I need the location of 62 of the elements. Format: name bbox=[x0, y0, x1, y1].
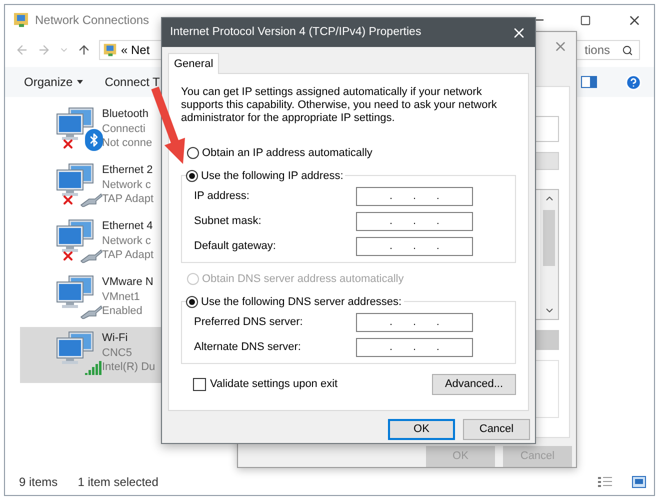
item-count: 9 items bbox=[19, 474, 58, 491]
field-label: Subnet mask: bbox=[194, 214, 262, 230]
radio-label: Obtain an IP address automatically bbox=[202, 146, 372, 161]
cable-icon bbox=[79, 249, 103, 263]
connection-name: Wi-Fi bbox=[102, 331, 129, 346]
computer-icon bbox=[55, 107, 95, 141]
tab[interactable]: General bbox=[168, 53, 220, 74]
radio-button[interactable] bbox=[186, 296, 198, 308]
connection-detail: Network c bbox=[102, 234, 152, 248]
toolbar-button[interactable]: Connect T bbox=[104, 73, 160, 91]
radio-label: Obtain DNS server address automatically bbox=[202, 272, 404, 287]
scrollbar[interactable] bbox=[540, 190, 558, 319]
connection-name: Ethernet 2 bbox=[102, 163, 154, 178]
ip-address-field[interactable]: . . . bbox=[356, 237, 473, 256]
connection-detail: Enabled bbox=[102, 304, 144, 318]
connection-name: Ethernet 4 bbox=[102, 219, 154, 234]
network-folder-icon bbox=[13, 12, 29, 28]
up-icon[interactable] bbox=[77, 43, 91, 57]
dialog-button[interactable]: Cancel bbox=[463, 419, 530, 440]
selection-count: 1 item selected bbox=[78, 474, 158, 491]
ip-address-field[interactable]: . . . bbox=[356, 313, 473, 332]
signal-icon bbox=[85, 361, 103, 375]
connection-detail: TAP Adapt bbox=[102, 192, 154, 206]
bluetooth-icon bbox=[85, 129, 103, 151]
preview-pane-icon[interactable] bbox=[581, 76, 597, 88]
connection-detail: VMnet1 bbox=[102, 290, 141, 304]
computer-icon bbox=[55, 331, 95, 365]
connection-detail: Connecti bbox=[102, 122, 146, 136]
network-folder-icon bbox=[103, 43, 117, 57]
computer-icon bbox=[55, 163, 95, 197]
large-icons-view-icon[interactable] bbox=[632, 476, 646, 488]
search-icon[interactable] bbox=[622, 44, 633, 56]
connection-detail: CNC5 bbox=[102, 346, 133, 360]
radio-label: Use the following DNS server addresses: bbox=[201, 294, 402, 310]
window-title: Network Connections bbox=[35, 12, 150, 29]
ip-address-field[interactable]: . . . bbox=[356, 338, 473, 357]
dialog-title: Internet Protocol Version 4 (TCP/IPv4) Properties bbox=[170, 24, 422, 40]
radio-button[interactable] bbox=[187, 147, 199, 160]
computer-icon bbox=[55, 219, 95, 253]
computer-icon bbox=[55, 275, 95, 309]
connection-detail: Not conne bbox=[102, 136, 152, 150]
organize-menu[interactable]: Organize bbox=[24, 73, 83, 91]
description-text: You can get IP settings assigned automatically if your network supports this capability. Otherwise, you need to ask your network administrator for the appropriate IP settings. bbox=[181, 86, 498, 125]
field-label: IP address: bbox=[194, 189, 250, 204]
ip-address-field[interactable]: . . . bbox=[356, 187, 473, 206]
dialog-button[interactable]: OK bbox=[388, 419, 455, 440]
maximize-icon[interactable] bbox=[580, 14, 591, 26]
connection-name: VMware N bbox=[102, 275, 154, 290]
connection-detail: Intel(R) Du bbox=[102, 360, 156, 374]
field-label: Default gateway: bbox=[194, 239, 276, 254]
cable-icon bbox=[79, 305, 103, 319]
radio-button[interactable] bbox=[186, 170, 198, 182]
ip-address-field[interactable]: . . . bbox=[356, 212, 473, 231]
cable-icon bbox=[79, 193, 103, 207]
connection-detail: TAP Adapt bbox=[102, 248, 154, 262]
advanced-button[interactable]: Advanced... bbox=[432, 374, 516, 395]
checkbox[interactable] bbox=[193, 378, 206, 391]
details-view-icon[interactable] bbox=[598, 476, 612, 488]
connection-name: Bluetooth bbox=[102, 107, 150, 122]
radio-label: Use the following IP address: bbox=[201, 168, 344, 184]
help-icon[interactable] bbox=[625, 74, 642, 90]
connection-detail: Network c bbox=[102, 178, 152, 192]
